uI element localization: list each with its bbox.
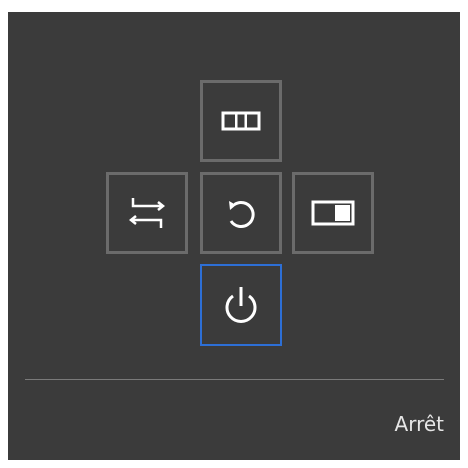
return-icon	[221, 193, 261, 233]
power-icon	[221, 283, 261, 327]
return-button[interactable]	[200, 172, 282, 254]
selected-item-label: Arrêt	[394, 412, 444, 436]
picture-mode-button[interactable]	[200, 80, 282, 162]
pip-icon	[311, 200, 355, 226]
picture-in-picture-button[interactable]	[292, 172, 374, 254]
source-switch-icon	[125, 194, 169, 232]
picture-columns-icon	[221, 111, 261, 131]
divider	[25, 379, 444, 380]
power-button[interactable]	[200, 264, 282, 346]
source-button[interactable]	[106, 172, 188, 254]
monitor-osd-panel: Arrêt	[8, 12, 460, 460]
